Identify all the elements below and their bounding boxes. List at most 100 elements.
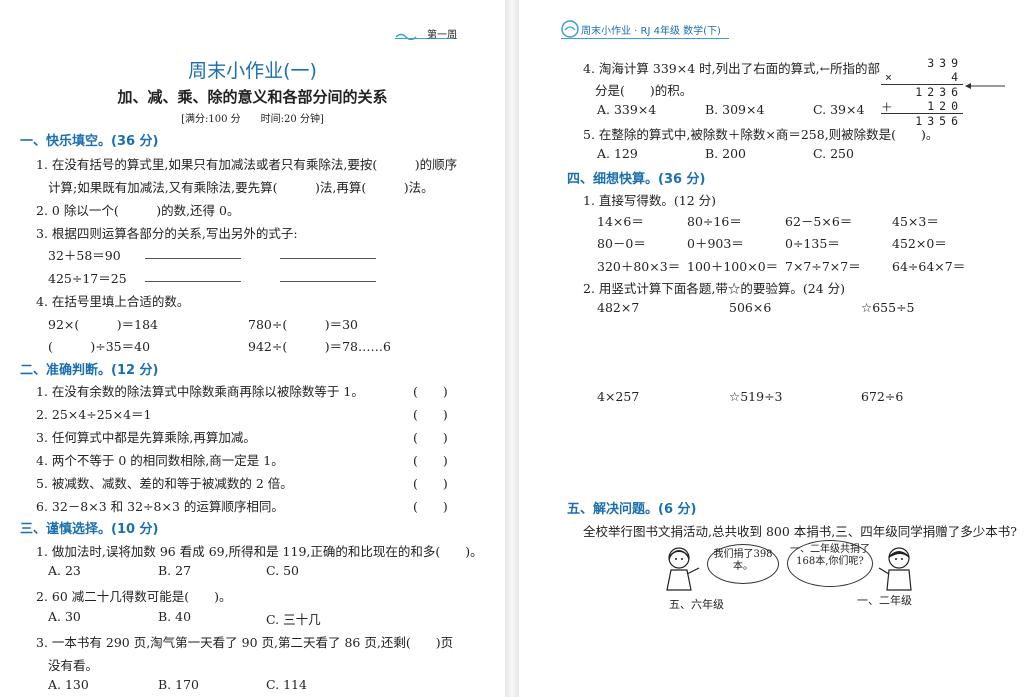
s1-q3-eq1: 32＋58＝90 <box>48 248 121 263</box>
mental-calc-item: 0÷135＝ <box>785 236 840 251</box>
s1-q4-d: 942÷( )＝78……6 <box>248 339 391 354</box>
mental-calc-item: 0＋903＝ <box>687 236 744 251</box>
mental-calc-item: 64÷64×7＝ <box>892 259 966 274</box>
answer-line[interactable] <box>145 258 241 259</box>
s1-q4: 4. 在括号里填上合适的数。 <box>36 294 190 309</box>
s3-q2: 2. 60 减二十几得数可能是( )。 <box>36 589 232 604</box>
vertical-calc-item: ☆655÷5 <box>861 300 915 315</box>
mental-calc-item: 14×6＝ <box>597 214 644 229</box>
left-page: 第一周 周末小作业(一) 加、减、乘、除的意义和各部分间的关系 [满分:100 … <box>0 0 505 697</box>
s3-q4-line1: 4. 淘海计算 339×4 时,列出了右面的算式,←所指的部 <box>583 61 881 76</box>
option-c[interactable]: C. 50 <box>266 563 299 578</box>
option-b[interactable]: B. 309×4 <box>705 102 764 117</box>
book-gutter <box>505 0 519 697</box>
workbook-spread: 第一周 周末小作业(一) 加、减、乘、除的意义和各部分间的关系 [满分:100 … <box>0 0 1024 697</box>
answer-line[interactable] <box>280 281 376 282</box>
judge-paren[interactable]: ( ) <box>413 450 448 469</box>
right-page: 周末小作业 · RJ 4年级 数学(下) 4. 淘海计算 339×4 时,列出了… <box>519 0 1024 697</box>
page-subtitle: 加、减、乘、除的意义和各部分间的关系 <box>117 88 388 106</box>
mental-calc-item: 80－0＝ <box>597 236 646 251</box>
judge-item: 5. 被减数、减数、差的和等于被减数的 2 倍。 <box>36 476 293 491</box>
s3-q3-line2: 没有看。 <box>48 658 99 673</box>
option-b[interactable]: B. 40 <box>158 609 191 624</box>
week-tag: 第一周 <box>395 26 457 41</box>
judge-paren[interactable]: ( ) <box>413 496 448 515</box>
s1-q1-line1: 1. 在没有括号的算式里,如果只有加减法或者只有乘除法,要按( )的顺序 <box>36 157 458 172</box>
arrow-left-icon <box>965 83 1005 89</box>
s1-q3: 3. 根据四则运算各部分的关系,写出另外的式子: <box>36 226 298 241</box>
option-b[interactable]: B. 200 <box>705 146 746 161</box>
bubble-text: 我们捐了398本。 <box>713 549 773 572</box>
option-a[interactable]: A. 23 <box>48 563 81 578</box>
vertical-calc-item: ☆519÷3 <box>729 389 783 404</box>
s1-q1-line2: 计算;如果既有加减法,又有乘除法,要先算( )法,再算( )法。 <box>48 180 434 195</box>
option-a[interactable]: A. 339×4 <box>597 102 656 117</box>
score-time-meta: [满分:100 分 时间:20 分钟] <box>181 114 324 125</box>
judge-paren[interactable]: ( ) <box>413 473 448 492</box>
option-c[interactable]: C. 39×4 <box>813 102 864 117</box>
section-3-heading: 三、谨慎选择。(10 分) <box>20 522 159 537</box>
option-c[interactable]: C. 114 <box>266 677 307 692</box>
speech-bubble: 我们捐了398本。 <box>707 544 779 584</box>
logo-icon <box>561 20 579 38</box>
mental-calc-item: 62－5×6＝ <box>785 214 853 229</box>
s3-q1: 1. 做加法时,误将加数 96 看成 69,所得和是 119,正确的和比现在的和… <box>36 544 483 559</box>
section-1-heading: 一、快乐填空。(36 分) <box>20 134 159 149</box>
vertical-row: 1236 <box>915 85 963 99</box>
boy-illustration-icon <box>878 547 912 591</box>
kid-caption: 五、六年级 <box>669 598 724 611</box>
option-b[interactable]: B. 27 <box>158 563 191 578</box>
mental-calc-item: 7×7÷7×7＝ <box>785 259 861 274</box>
judge-paren[interactable]: ( ) <box>413 381 448 400</box>
s3-q4-line2: 分是( )的积。 <box>595 83 693 98</box>
vertical-calc-item: 672÷6 <box>861 389 904 404</box>
vertical-calc-item: 4×257 <box>597 389 640 404</box>
vertical-row: 339 <box>927 56 963 70</box>
section-2-heading: 二、准确判断。(12 分) <box>20 363 159 378</box>
girl-illustration-icon <box>666 547 700 591</box>
plus-sign: ＋ <box>881 100 898 114</box>
option-c[interactable]: C. 250 <box>813 146 854 161</box>
mental-calc-item: 452×0＝ <box>892 236 947 251</box>
judge-item: 2. 25×4÷25×4＝1 <box>36 407 152 422</box>
kid-caption: 一、二年级 <box>857 594 912 607</box>
s1-q4-b: 780÷( )＝30 <box>248 317 358 332</box>
vertical-row: × 4 <box>881 70 963 84</box>
multiply-sign: × <box>885 70 897 84</box>
s4-q2: 2. 用竖式计算下面各题,带☆的要验算。(24 分) <box>583 281 846 296</box>
s1-q2: 2. 0 除以一个( )的数,还得 0。 <box>36 203 240 218</box>
mental-calc-item: 100＋100×0＝ <box>687 259 779 274</box>
s4-q1: 1. 直接写得数。(12 分) <box>583 193 717 208</box>
judge-item: 4. 两个不等于 0 的相同数相除,商一定是 1。 <box>36 453 284 468</box>
answer-line[interactable] <box>280 258 376 259</box>
vertical-row: ＋ 120 <box>881 99 963 114</box>
mental-calc-item: 320＋80×3＝ <box>597 259 681 274</box>
speech-bubble: 一、二年级共捐了168本,你们呢? <box>787 540 873 587</box>
option-a[interactable]: A. 129 <box>597 146 638 161</box>
judge-item: 6. 32－8×3 和 32÷8×3 的运算顺序相同。 <box>36 499 284 514</box>
bubble-text: 一、二年级共捐了168本,你们呢? <box>790 544 870 567</box>
s5-question: 全校举行图书文捐活动,总共收到 800 本捐书,三、四年级同学捐赠了多少本书? <box>583 524 1017 539</box>
mental-calc-item: 80÷16＝ <box>687 214 742 229</box>
option-c[interactable]: C. 三十几 <box>266 609 321 628</box>
s3-q5: 5. 在整除的算式中,被除数＋除数×商＝258,则被除数是( )。 <box>583 127 939 142</box>
answer-line[interactable] <box>145 281 241 282</box>
judge-paren[interactable]: ( ) <box>413 404 448 423</box>
judge-paren[interactable]: ( ) <box>413 427 448 446</box>
vertical-calc-item: 482×7 <box>597 300 640 315</box>
option-a[interactable]: A. 30 <box>48 609 81 624</box>
vertical-value: 120 <box>927 99 963 113</box>
vertical-multiplication: 339 × 4 1236 ＋ 120 1356 <box>881 56 963 128</box>
running-header: 周末小作业 · RJ 4年级 数学(下) <box>581 26 721 37</box>
s1-q3-eq2: 425÷17＝25 <box>48 271 127 286</box>
vertical-calc-item: 506×6 <box>729 300 772 315</box>
section-5-heading: 五、解决问题。(6 分) <box>567 502 697 517</box>
judge-item: 3. 任何算式中都是先算乘除,再算加减。 <box>36 430 256 445</box>
mental-calc-item: 45×3＝ <box>892 214 939 229</box>
page-title: 周末小作业(一) <box>188 60 317 82</box>
vertical-value: 4 <box>951 70 963 84</box>
header-rule <box>561 38 729 39</box>
option-b[interactable]: B. 170 <box>158 677 199 692</box>
s3-q3-line1: 3. 一本书有 290 页,淘气第一天看了 90 页,第二天看了 86 页,还剩… <box>36 635 454 650</box>
option-a[interactable]: A. 130 <box>48 677 89 692</box>
